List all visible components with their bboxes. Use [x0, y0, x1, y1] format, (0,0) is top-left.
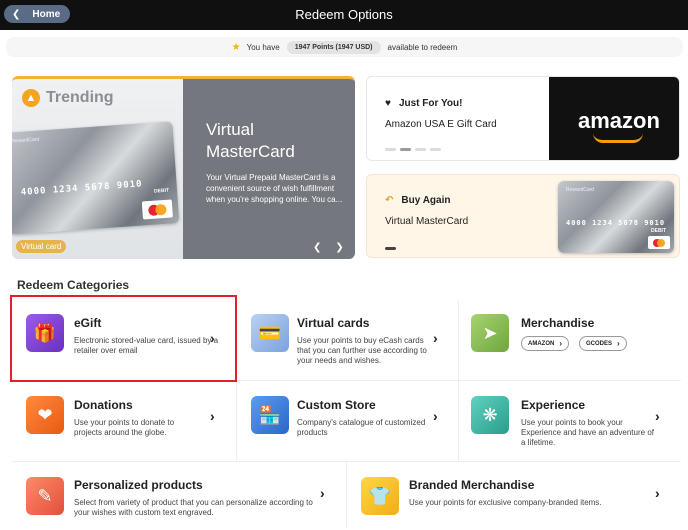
redeem-categories-heading: Redeem Categories [17, 278, 130, 292]
donation-hand-icon: ❤ [26, 396, 64, 434]
chevron-right-icon: › [320, 485, 325, 501]
flame-icon: ▲ [22, 89, 40, 107]
category-title: Branded Merchandise [409, 478, 535, 492]
heart-icon: ♥ [385, 98, 391, 109]
tag-amazon-label: AMAZON [528, 340, 555, 347]
category-title: Virtual cards [297, 316, 370, 330]
category-title: Custom Store [297, 398, 376, 412]
trending-card[interactable]: ▲ Trending RewardCard 4000 1234 5678 901… [12, 76, 355, 259]
category-title: Donations [74, 398, 133, 412]
buy-again-card[interactable]: ↶ Buy Again Virtual MasterCard RewardCar… [366, 174, 680, 258]
amazon-smile-icon [593, 133, 643, 143]
trending-product-line2: MasterCard [206, 142, 295, 161]
mastercard-image: RewardCard 4000 1234 5678 9010 DEBIT [12, 121, 180, 235]
chevron-right-icon: › [559, 339, 563, 348]
trending-carousel-nav: ❮ ❯ [313, 242, 344, 253]
buy-again-title-text: Buy Again [401, 195, 451, 206]
divider [12, 380, 681, 381]
category-description: Use your points to buy eCash cards that … [297, 336, 427, 365]
chevron-right-icon: › [433, 408, 438, 424]
amazon-logo: amazon [578, 108, 660, 133]
trending-image-panel: ▲ Trending RewardCard 4000 1234 5678 901… [12, 79, 183, 259]
card-type: DEBIT [651, 228, 666, 234]
trending-product-line1: Virtual [206, 120, 254, 139]
category-title: Personalized products [74, 478, 203, 492]
tag-gcodes-label: GCODES [586, 340, 613, 347]
just-for-you-title: ♥ Just For You! [385, 98, 462, 109]
card-type: DEBIT [153, 187, 170, 195]
category-title: eGift [74, 316, 102, 330]
just-for-you-title-text: Just For You! [398, 98, 463, 109]
carousel-indicator [385, 247, 396, 250]
tag-amazon[interactable]: AMAZON › [521, 336, 570, 351]
carousel-dots [385, 148, 441, 151]
compass-icon: ❋ [471, 396, 509, 434]
credit-card-icon: 💳 [251, 314, 289, 352]
category-description: Use your points for exclusive company-br… [409, 498, 602, 507]
category-egift[interactable]: 🎁 eGift Electronic stored-value card, is… [12, 300, 235, 380]
personalize-icon: ✎ [26, 477, 64, 515]
tag-gcodes[interactable]: GCODES › [579, 336, 627, 351]
chevron-right-icon: › [655, 485, 660, 501]
category-title: Merchandise [521, 316, 595, 330]
tag-icon: ➤ [471, 314, 509, 352]
category-description: Company's catalogue of customized produc… [297, 418, 426, 437]
buy-again-title: ↶ Buy Again [385, 195, 450, 206]
points-summary: ★ You have 1947 Points (1947 USD) availa… [6, 37, 683, 57]
merchandise-tags: AMAZON › GCODES › [521, 336, 637, 351]
mastercard-logo-icon [648, 236, 670, 249]
category-description: Use your points to donate to projects ar… [74, 418, 175, 437]
trending-title: ▲ Trending [22, 89, 114, 107]
chevron-right-icon[interactable]: ❯ [335, 242, 343, 253]
category-description: Electronic stored-value card, issued by … [74, 336, 219, 355]
carousel-dot-active[interactable] [400, 148, 411, 151]
category-custom-store[interactable]: 🏪 Custom Store Company's catalogue of cu… [237, 382, 457, 460]
chevron-right-icon: › [655, 408, 660, 424]
card-number: 4000 1234 5678 9010 [566, 219, 666, 227]
chevron-right-icon: › [617, 339, 620, 348]
chevron-left-icon[interactable]: ❮ [313, 242, 321, 253]
undo-icon: ↶ [385, 195, 394, 206]
amazon-logo-tile: amazon [549, 77, 679, 160]
mastercard-image: RewardCard 4000 1234 5678 9010 DEBIT [558, 181, 674, 253]
category-donations[interactable]: ❤ Donations Use your points to donate to… [12, 382, 235, 460]
category-virtual-cards[interactable]: 💳 Virtual cards Use your points to buy e… [237, 300, 457, 380]
points-prefix: You have [246, 42, 280, 52]
page-title: Redeem Options [295, 7, 393, 22]
chevron-right-icon: › [433, 330, 438, 346]
gift-card-icon: 🎁 [26, 314, 64, 352]
tshirt-icon: 👕 [361, 477, 399, 515]
star-icon: ★ [231, 41, 241, 53]
just-for-you-subtitle: Amazon USA E Gift Card [385, 119, 497, 130]
category-description: Select from variety of product that you … [74, 498, 313, 517]
just-for-you-card[interactable]: ♥ Just For You! Amazon USA E Gift Card a… [366, 76, 680, 161]
trending-product-name: Virtual MasterCard [206, 119, 295, 163]
mastercard-logo-icon [141, 199, 173, 220]
buy-again-subtitle: Virtual MasterCard [385, 216, 469, 227]
trending-info-panel: Virtual MasterCard Your Virtual Prepaid … [183, 79, 355, 259]
points-amount: 1947 Points (1947 USD) [286, 40, 381, 54]
category-merchandise[interactable]: ➤ Merchandise AMAZON › GCODES › [459, 300, 681, 380]
category-branded-merchandise[interactable]: 👕 Branded Merchandise Use your points fo… [347, 463, 681, 529]
store-icon: 🏪 [251, 396, 289, 434]
points-suffix: available to redeem [387, 42, 458, 52]
category-title: Experience [521, 398, 586, 412]
chevron-right-icon: › [210, 330, 215, 346]
carousel-dot[interactable] [430, 148, 441, 151]
card-brand: RewardCard [12, 136, 40, 145]
top-bar: ❮ Home Redeem Options [0, 0, 688, 30]
trending-description: Your Virtual Prepaid MasterCard is a con… [206, 173, 343, 204]
category-personalized-products[interactable]: ✎ Personalized products Select from vari… [12, 463, 345, 529]
chevron-right-icon: › [210, 408, 215, 424]
card-number: 4000 1234 5678 9010 [20, 179, 143, 198]
virtual-card-badge: Virtual card [16, 240, 67, 253]
category-description: Use your points to book your Experience … [521, 418, 654, 447]
carousel-dot[interactable] [415, 148, 426, 151]
category-experience[interactable]: ❋ Experience Use your points to book you… [459, 382, 681, 460]
card-brand: RewardCard [566, 187, 595, 193]
trending-title-text: Trending [46, 89, 114, 106]
carousel-dot[interactable] [385, 148, 396, 151]
